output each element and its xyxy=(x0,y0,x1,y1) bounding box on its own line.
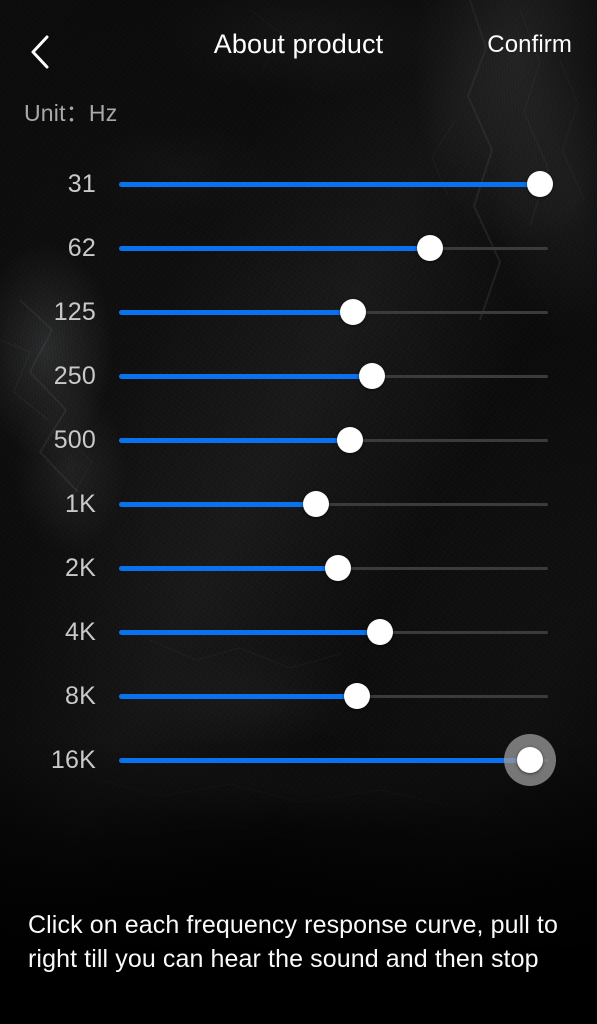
slider-row: 4K xyxy=(0,600,597,664)
frequency-slider-62[interactable] xyxy=(119,216,548,280)
slider-row: 62 xyxy=(0,216,597,280)
frequency-label: 4K xyxy=(65,617,96,646)
slider-row: 2K xyxy=(0,536,597,600)
frequency-slider-16K[interactable] xyxy=(119,728,556,792)
slider-track-fill xyxy=(119,629,380,635)
frequency-slider-2K[interactable] xyxy=(119,536,548,600)
frequency-label: 125 xyxy=(53,297,96,326)
slider-thumb[interactable] xyxy=(303,491,329,517)
slider-thumb[interactable] xyxy=(359,363,385,389)
app-screen: About product Confirm Unit：Hz 31 62 125 250… xyxy=(0,0,597,1024)
slider-track-fill xyxy=(119,693,357,699)
slider-thumb[interactable] xyxy=(340,299,366,325)
frequency-label: 250 xyxy=(53,361,96,390)
slider-row: 500 xyxy=(0,408,597,472)
slider-row: 250 xyxy=(0,344,597,408)
slider-track-fill xyxy=(119,757,530,763)
slider-row: 8K xyxy=(0,664,597,728)
slider-row: 125 xyxy=(0,280,597,344)
app-header: About product Confirm xyxy=(0,0,597,92)
frequency-slider-125[interactable] xyxy=(119,280,548,344)
slider-row: 16K xyxy=(0,728,597,792)
slider-row: 1K xyxy=(0,472,597,536)
frequency-label: 16K xyxy=(50,745,96,774)
slider-thumb[interactable] xyxy=(367,619,393,645)
slider-thumb[interactable] xyxy=(337,427,363,453)
slider-track-fill xyxy=(119,501,316,507)
frequency-label: 500 xyxy=(53,425,96,454)
slider-row: 31 xyxy=(0,152,597,216)
slider-thumb[interactable] xyxy=(517,747,543,773)
slider-track-fill xyxy=(119,181,540,187)
slider-track-fill xyxy=(119,373,372,379)
instructions-text: Click on each frequency response curve, … xyxy=(28,911,558,973)
frequency-slider-8K[interactable] xyxy=(119,664,548,728)
frequency-slider-31[interactable] xyxy=(119,152,553,216)
frequency-label: 31 xyxy=(67,169,96,198)
frequency-slider-1K[interactable] xyxy=(119,472,548,536)
slider-thumb[interactable] xyxy=(417,235,443,261)
frequency-label: 8K xyxy=(65,681,96,710)
slider-track-fill xyxy=(119,309,353,315)
frequency-slider-250[interactable] xyxy=(119,344,548,408)
confirm-button[interactable]: Confirm xyxy=(487,31,572,59)
slider-track-fill xyxy=(119,245,430,251)
slider-thumb[interactable] xyxy=(325,555,351,581)
slider-track-fill xyxy=(119,565,338,571)
frequency-label: 2K xyxy=(65,553,96,582)
frequency-label: 1K xyxy=(65,489,96,518)
frequency-label: 62 xyxy=(67,233,96,262)
slider-track-fill xyxy=(119,437,350,443)
frequency-slider-list: 31 62 125 250 500 1K 2K 4K 8K 16K xyxy=(0,152,597,792)
slider-thumb[interactable] xyxy=(527,171,553,197)
frequency-slider-4K[interactable] xyxy=(119,600,548,664)
unit-label: Unit：Hz xyxy=(24,100,118,126)
slider-thumb[interactable] xyxy=(344,683,370,709)
frequency-slider-500[interactable] xyxy=(119,408,548,472)
